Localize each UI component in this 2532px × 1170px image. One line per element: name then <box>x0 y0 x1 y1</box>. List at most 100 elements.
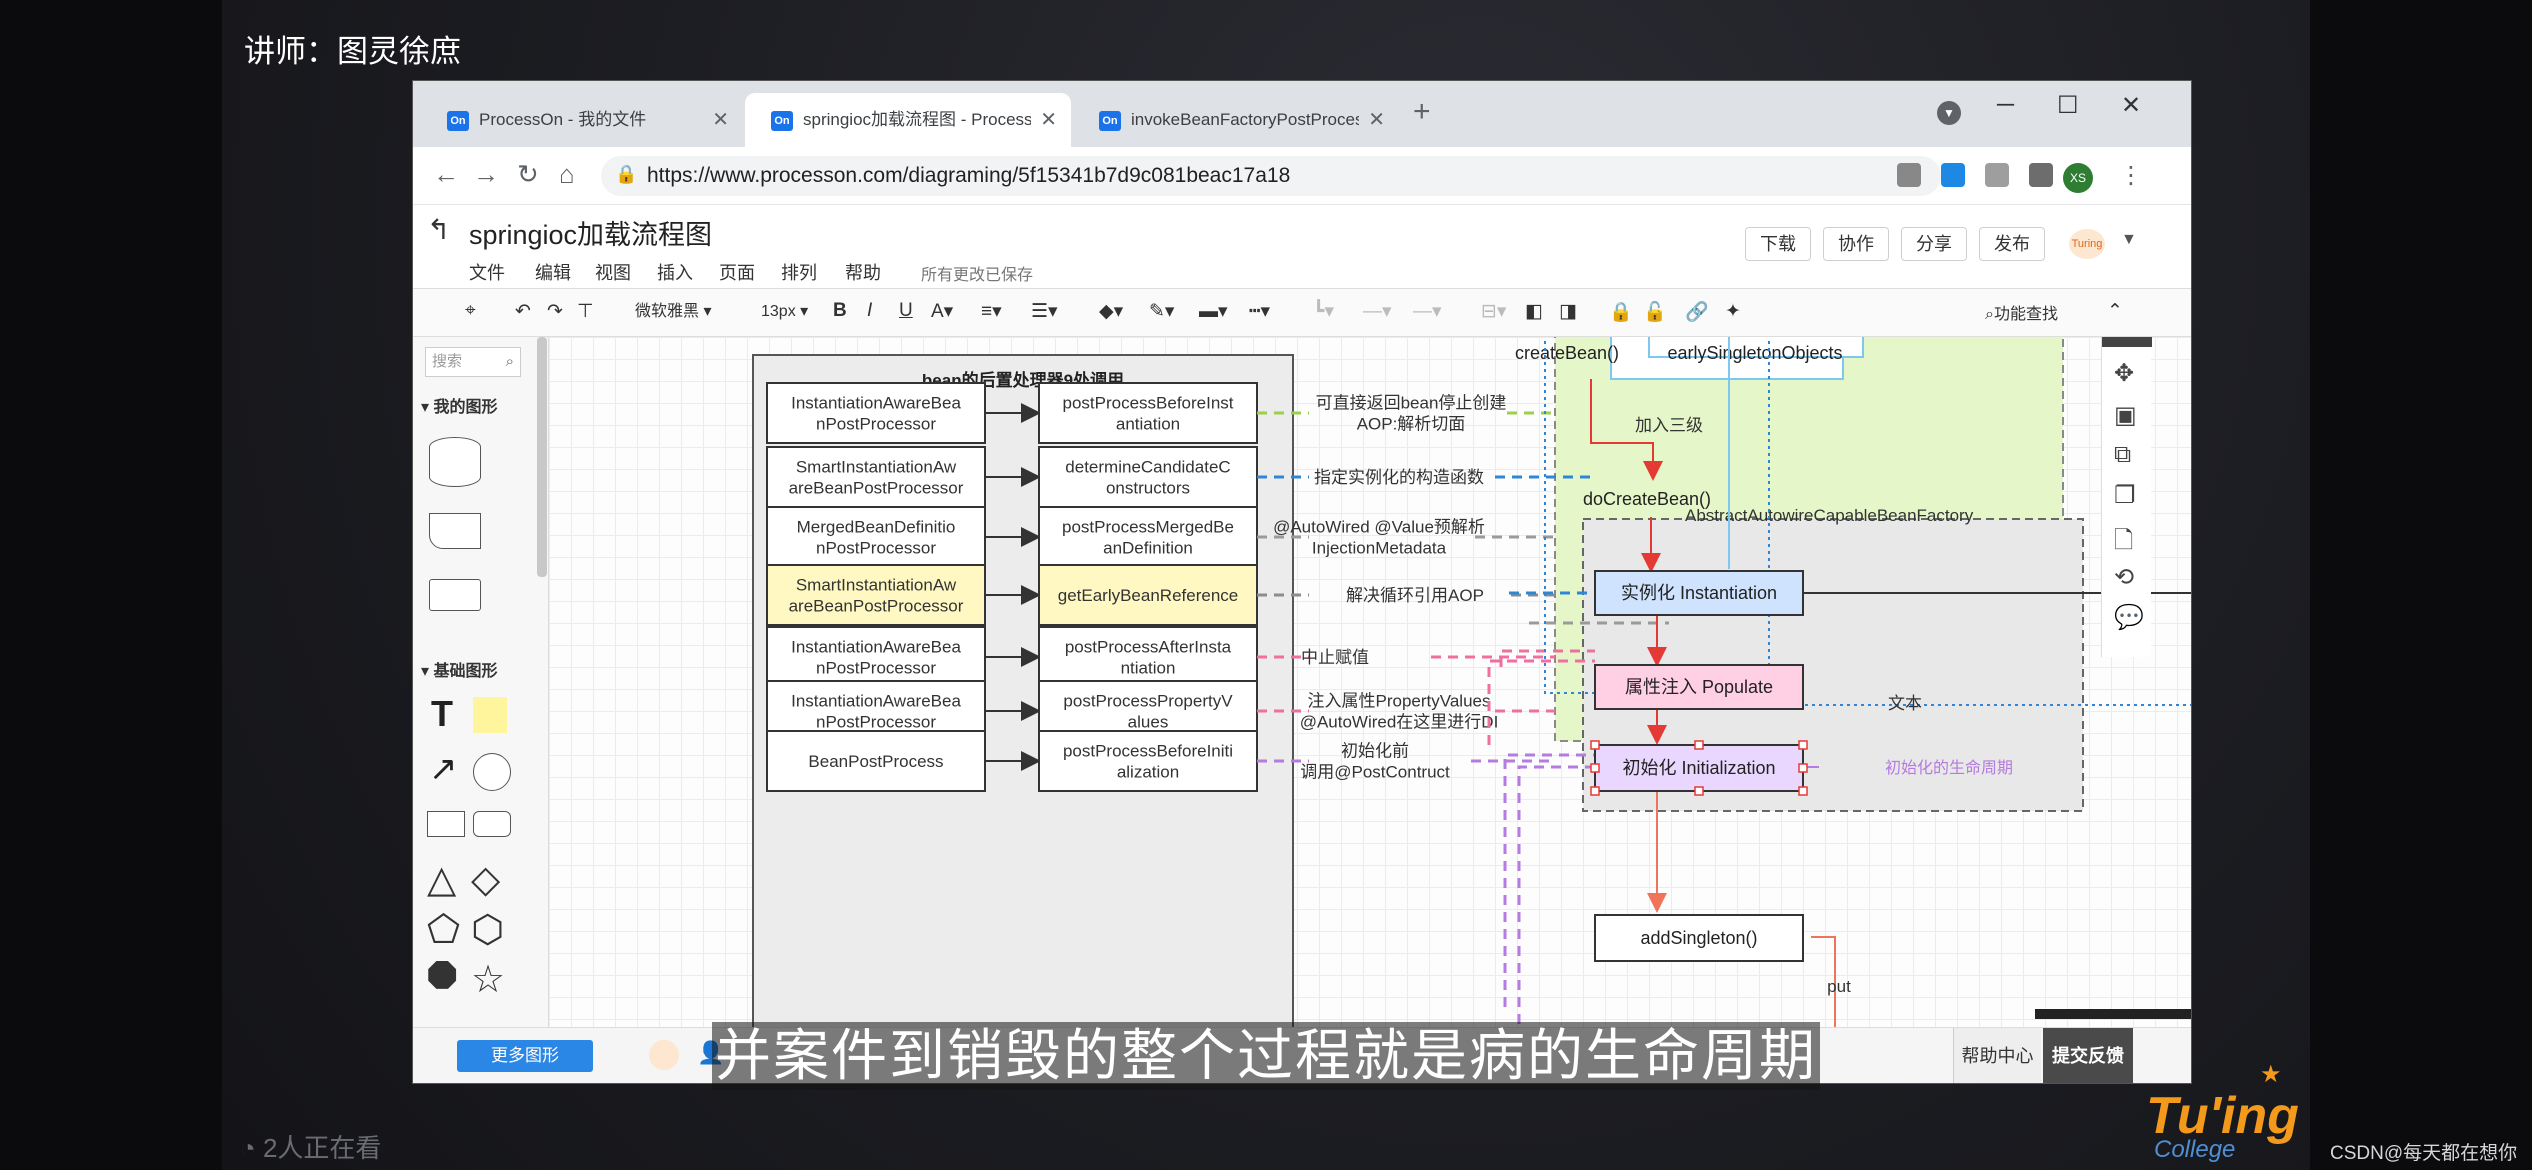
search-icon[interactable]: ⌕ <box>506 348 514 376</box>
my-shapes-header[interactable]: ▾ 我的图形 <box>421 393 498 417</box>
extension-copy-icon[interactable] <box>1985 163 2009 187</box>
italic-icon[interactable]: I <box>867 300 872 322</box>
arrow-tool-icon[interactable]: ↗ <box>429 749 458 789</box>
pages-icon[interactable]: ❐ <box>2114 481 2136 510</box>
start-arrow-icon[interactable]: —▾ <box>1363 300 1392 323</box>
redo-icon[interactable]: ↷ <box>547 300 563 323</box>
diagram-svg[interactable]: bean的后置处理器9处调用 InstantiationAwareBeanPos… <box>549 337 2192 1027</box>
bold-icon[interactable]: B <box>833 300 847 322</box>
extension-v-icon[interactable] <box>1897 163 1921 187</box>
processor-method-box[interactable] <box>1038 446 1258 508</box>
list-icon[interactable]: ☰▾ <box>1031 300 1058 323</box>
rect-shape-icon[interactable] <box>427 811 465 837</box>
present-icon[interactable]: ▣ <box>2114 401 2137 430</box>
lock-icon[interactable]: 🔒 <box>1609 300 1633 324</box>
tab-close-icon[interactable]: ✕ <box>712 93 729 147</box>
menu-help[interactable]: 帮助 <box>845 259 881 285</box>
circle-shape-icon[interactable] <box>473 753 511 791</box>
document-icon[interactable]: 🗋 <box>2114 523 2133 564</box>
extensions-puzzle-icon[interactable] <box>2029 163 2053 187</box>
find-feature-button[interactable]: ⌕功能查找 <box>1985 300 2058 324</box>
profile-avatar[interactable]: XS <box>2063 163 2093 193</box>
unlock-icon[interactable]: 🔓 <box>1643 300 1667 324</box>
processor-class-box[interactable] <box>766 626 986 688</box>
menu-edit[interactable]: 编辑 <box>535 259 571 285</box>
menu-view[interactable]: 视图 <box>595 259 631 285</box>
comment-icon[interactable]: 💬 <box>2114 603 2144 632</box>
card-shape-icon[interactable] <box>429 513 481 549</box>
processor-method-box[interactable] <box>1038 626 1258 688</box>
font-color-icon[interactable]: A▾ <box>931 300 953 323</box>
canvas-scroll-thumb[interactable] <box>2035 1009 2191 1019</box>
font-family-select[interactable]: 微软雅黑 ▾ <box>635 297 735 327</box>
collapse-toolbar-icon[interactable]: ⌃ <box>2107 300 2123 323</box>
processor-class-box[interactable] <box>766 506 986 568</box>
send-back-icon[interactable]: ◨ <box>1559 300 1577 323</box>
panel-scrollbar[interactable] <box>537 337 547 577</box>
processor-method-box[interactable] <box>1038 382 1258 444</box>
url-field[interactable]: 🔒 https://www.processon.com/diagraming/5… <box>601 156 1941 196</box>
basic-shapes-header[interactable]: ▾ 基础图形 <box>421 657 498 681</box>
pentagon-shape-icon[interactable]: ⬠ <box>427 907 460 952</box>
close-window-button[interactable]: ✕ <box>2121 91 2141 120</box>
navigator-icon[interactable]: ✥ <box>2114 359 2134 388</box>
octagon-shape-icon[interactable]: ⯃ <box>427 957 457 1000</box>
processor-class-box[interactable] <box>766 564 986 626</box>
link-icon[interactable]: 🔗 <box>1685 300 1709 324</box>
end-arrow-icon[interactable]: —▾ <box>1413 300 1442 323</box>
reload-icon[interactable]: ↻ <box>517 159 539 190</box>
new-tab-button[interactable]: + <box>1413 95 1431 129</box>
feedback-button[interactable]: 提交反馈 <box>2043 1028 2133 1083</box>
align-icon[interactable]: ≡▾ <box>981 300 1002 323</box>
rounded-rect-shape-icon[interactable] <box>473 811 511 837</box>
magic-wand-icon[interactable]: ✦ <box>1725 300 1741 323</box>
text-tool-icon[interactable]: T <box>431 693 453 735</box>
share-button[interactable]: 分享 <box>1901 227 1967 261</box>
tab-invoke-bean-factory[interactable]: On invokeBeanFactoryPostProcess ✕ <box>1073 93 1399 147</box>
minimize-button[interactable]: ─ <box>1997 91 2014 119</box>
collaborate-button[interactable]: 协作 <box>1823 227 1889 261</box>
menu-page[interactable]: 页面 <box>719 259 755 285</box>
undo-icon[interactable]: ↶ <box>515 300 531 323</box>
format-painter-icon[interactable]: ⌖ <box>465 300 476 322</box>
connector-icon[interactable]: ┗▾ <box>1313 300 1334 323</box>
processor-class-box[interactable] <box>766 382 986 444</box>
tab-close-icon[interactable]: ✕ <box>1368 93 1385 147</box>
diagram-canvas[interactable]: bean的后置处理器9处调用 InstantiationAwareBea nPos… <box>549 337 2192 1027</box>
line-width-icon[interactable]: ▬▾ <box>1199 300 1228 323</box>
underline-icon[interactable]: U <box>899 300 913 322</box>
menu-insert[interactable]: 插入 <box>657 259 693 285</box>
create-bean-label[interactable]: createBean() <box>1515 343 1619 363</box>
chevron-down-icon[interactable]: ▼ <box>2121 231 2137 249</box>
browser-menu-icon[interactable]: ⋮ <box>2119 161 2143 190</box>
member-avatar[interactable] <box>649 1040 679 1070</box>
fill-color-icon[interactable]: ◆▾ <box>1099 300 1123 323</box>
help-center-button[interactable]: 帮助中心 <box>1953 1028 2041 1083</box>
tab-processon-files[interactable]: On ProcessOn - 我的文件 ✕ <box>421 93 743 147</box>
maximize-button[interactable]: ☐ <box>2057 91 2079 120</box>
document-title[interactable]: springioc加载流程图 <box>469 213 712 252</box>
diamond-shape-icon[interactable]: ◇ <box>471 857 500 902</box>
font-size-select[interactable]: 13px ▾ <box>761 297 815 327</box>
processor-class-box[interactable] <box>766 446 986 508</box>
star-shape-icon[interactable]: ☆ <box>471 957 505 1002</box>
processor-method-box[interactable] <box>1038 730 1258 792</box>
line-style-icon[interactable]: ┅▾ <box>1249 300 1270 323</box>
download-button[interactable]: 下载 <box>1745 227 1811 261</box>
publish-button[interactable]: 发布 <box>1979 227 2045 261</box>
back-arrow-icon[interactable]: ← <box>433 159 459 190</box>
processor-method-box[interactable] <box>1038 506 1258 568</box>
tab-search-icon[interactable]: ▼ <box>1937 101 1961 125</box>
early-singletons-label[interactable]: earlySingletonObjects <box>1667 343 1842 363</box>
bring-front-icon[interactable]: ◧ <box>1525 300 1543 323</box>
hexagon-shape-icon[interactable]: ⬡ <box>471 907 504 952</box>
home-icon[interactable]: ⌂ <box>559 159 575 190</box>
paint-format-icon[interactable]: ⊤ <box>577 300 594 323</box>
tab-close-icon[interactable]: ✕ <box>1040 93 1057 147</box>
team-avatar[interactable]: Turing <box>2069 229 2105 259</box>
menu-arrange[interactable]: 排列 <box>781 259 817 285</box>
extension-blue-icon[interactable] <box>1941 163 1965 187</box>
rectangle-shape-icon[interactable] <box>429 579 481 611</box>
menu-file[interactable]: 文件 <box>469 259 505 285</box>
back-to-files-icon[interactable]: ↰ <box>427 213 450 246</box>
